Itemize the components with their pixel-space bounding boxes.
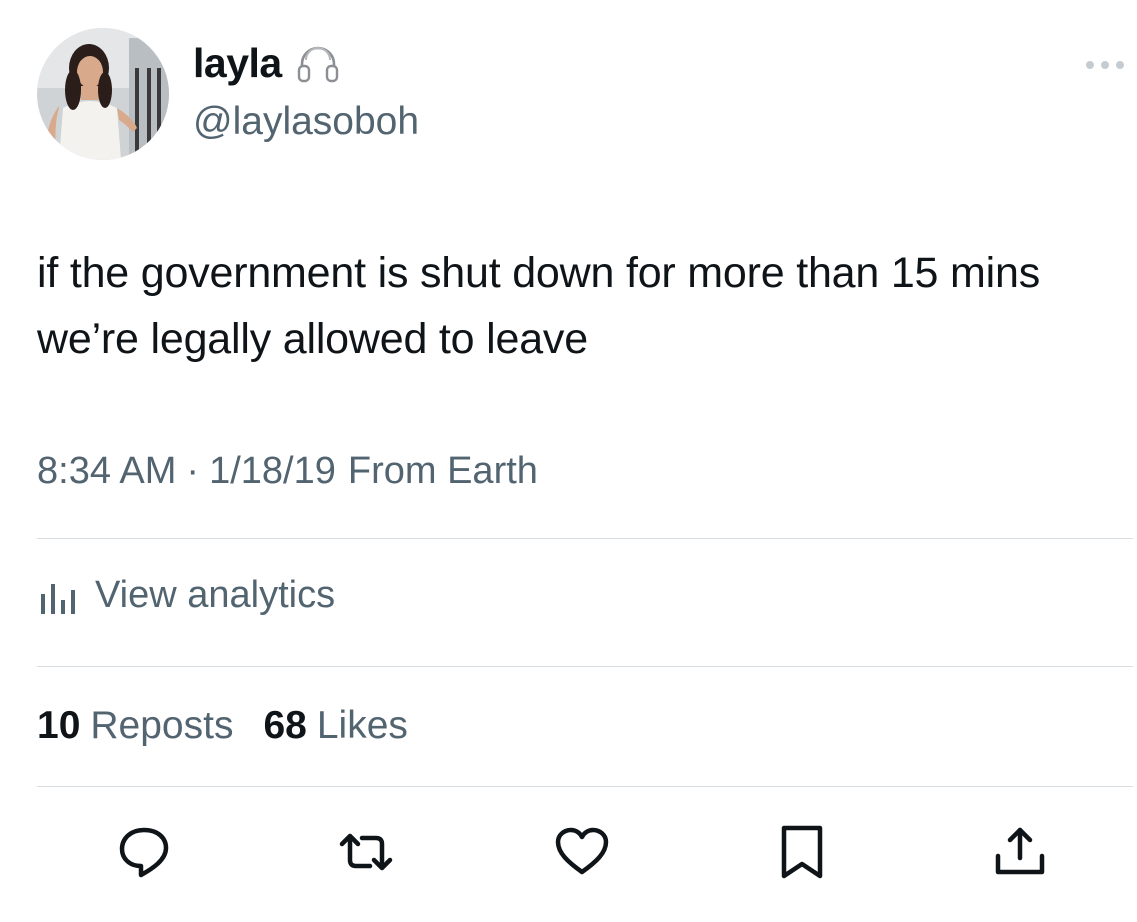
tweet-source: From Earth [347,450,538,492]
tweet-time[interactable]: 8:34 AM [37,450,176,493]
bar-chart-icon [41,583,75,614]
action-bar [0,820,1137,884]
likes-count: 68 [263,704,307,747]
view-analytics-button[interactable]: View analytics [37,574,335,617]
tweet-detail: layla @laylasoboh if the government is s… [0,0,1137,922]
share-icon [995,827,1045,875]
tweet-text: if the government is shut down for more … [37,249,1040,363]
like-button[interactable] [550,820,614,884]
reposts-stat[interactable]: 10 Reposts [37,704,233,748]
divider [37,666,1133,667]
engagement-stats: 10 Reposts 68 Likes [37,704,408,748]
likes-stat[interactable]: 68 Likes [263,704,407,748]
divider [37,538,1133,539]
repost-icon [339,833,393,871]
view-analytics-label: View analytics [95,574,336,616]
repost-button[interactable] [334,820,398,884]
tweet-date[interactable]: 1/18/19 [209,450,336,493]
likes-label: Likes [316,704,408,747]
display-name[interactable]: layla [193,40,282,87]
more-options-icon[interactable] [1080,52,1130,78]
bookmark-button[interactable] [770,820,834,884]
profile-photo [37,28,169,160]
reply-button[interactable] [112,820,176,884]
display-name-row: layla [193,40,340,87]
tweet-meta: 8:34 AM · 1/18/19 From Earth [37,450,538,493]
reply-icon [119,827,169,878]
meta-separator: · [186,450,200,492]
avatar[interactable] [37,28,169,160]
reposts-label: Reposts [90,704,234,747]
headphones-icon [296,42,340,86]
bookmark-icon [781,825,823,879]
divider [37,786,1133,787]
heart-icon [555,827,609,875]
share-button[interactable] [988,820,1052,884]
handle[interactable]: @laylasoboh [193,100,419,144]
reposts-count: 10 [37,704,81,747]
